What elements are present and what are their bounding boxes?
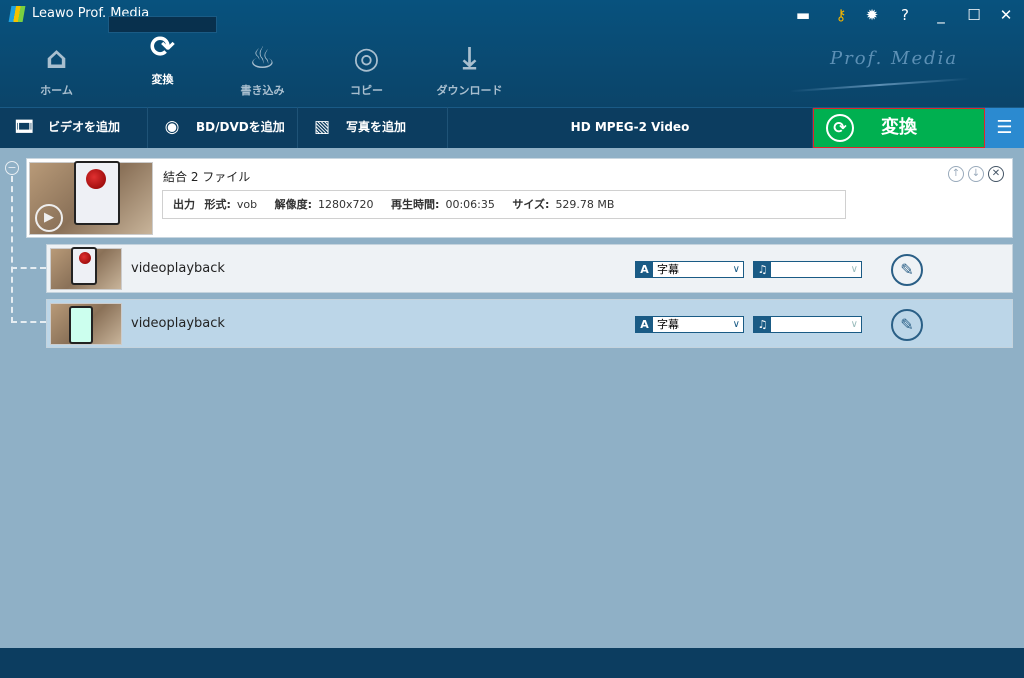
feedback-icon[interactable]: ▬ [791,4,815,26]
tree-line [11,176,13,323]
music-icon: ♫ [754,317,771,332]
subtitle-icon: A [636,317,653,332]
profile-selector[interactable]: HD MPEG-2 Video [448,107,813,148]
video-thumbnail [50,303,122,345]
remove-icon[interactable]: ✕ [988,166,1004,182]
file-name: videoplayback [131,316,225,331]
maximize-button[interactable]: ☐ [962,4,986,26]
minimize-button[interactable]: _ [929,4,953,26]
convert-button[interactable]: ⟳ 変換 [813,108,985,148]
collapse-toggle[interactable]: − [5,161,19,175]
output-info: 出力 形式: vob 解像度: 1280x720 再生時間: 00:06:35 サイズ… [162,190,846,219]
key-icon[interactable]: ⚷ [829,4,853,26]
file-row[interactable]: videoplayback A 字幕 ∨ ♫ ∨ ✎ [46,244,1013,293]
audio-select[interactable]: ♫ ∨ [753,261,862,278]
merged-file-card: ▶ 結合 2 ファイル 出力 形式: vob 解像度: 1280x720 再生時間:… [26,158,1013,238]
move-up-icon[interactable]: ↑ [948,166,964,182]
edit-video-icon[interactable]: ✎ [891,254,923,286]
tab-download[interactable]: ⤓ ダウンロード [418,28,521,107]
burn-icon: ♨ [249,41,276,76]
tab-burn[interactable]: ♨ 書き込み [211,28,314,107]
tab-convert[interactable]: ⟳ 変換 [108,16,217,86]
subtitle-select[interactable]: A 字幕 ∨ [635,261,744,278]
status-bar [0,648,1024,678]
help-icon[interactable]: ? [893,4,917,26]
subtitle-select[interactable]: A 字幕 ∨ [635,316,744,333]
photo-add-icon: ▧ [313,117,331,137]
chevron-down-icon: ∨ [850,319,858,330]
film-add-icon: 🎞 [13,117,35,137]
chevron-down-icon: ∨ [850,264,858,275]
tab-copy[interactable]: ◎ コピー [315,28,418,107]
app-logo [8,6,26,22]
edit-video-icon[interactable]: ✎ [891,309,923,341]
move-down-icon[interactable]: ↓ [968,166,984,182]
home-icon: ⌂ [45,41,68,76]
gear-icon[interactable]: ✹ [860,4,884,26]
subtitle-icon: A [636,262,653,277]
close-button[interactable]: ✕ [994,4,1018,26]
download-icon: ⤓ [462,41,477,76]
add-disc-button[interactable]: ◉ BD/DVDを追加 [148,107,298,148]
watermark: Prof. Media [830,48,959,69]
add-photo-button[interactable]: ▧ 写真を追加 [298,107,448,148]
video-thumbnail[interactable]: ▶ [29,161,153,235]
convert-icon: ⟳ [826,114,854,142]
convert-icon: ⟳ [149,30,176,65]
list-view-button[interactable]: ☰ [985,108,1024,148]
merged-title: 結合 2 ファイル [163,170,251,184]
file-row[interactable]: videoplayback A 字幕 ∨ ♫ ∨ ✎ [46,299,1013,348]
music-icon: ♫ [754,262,771,277]
chevron-down-icon: ∨ [732,319,740,330]
add-video-button[interactable]: 🎞 ビデオを追加 [0,107,148,148]
play-icon[interactable]: ▶ [35,204,63,232]
tree-branch [11,321,46,323]
copy-icon: ◎ [353,41,380,76]
chevron-down-icon: ∨ [732,264,740,275]
tab-home[interactable]: ⌂ ホーム [5,28,108,107]
video-thumbnail [50,247,122,290]
tree-branch [11,267,46,269]
file-name: videoplayback [131,261,225,276]
disc-add-icon: ◉ [164,117,180,137]
audio-select[interactable]: ♫ ∨ [753,316,862,333]
